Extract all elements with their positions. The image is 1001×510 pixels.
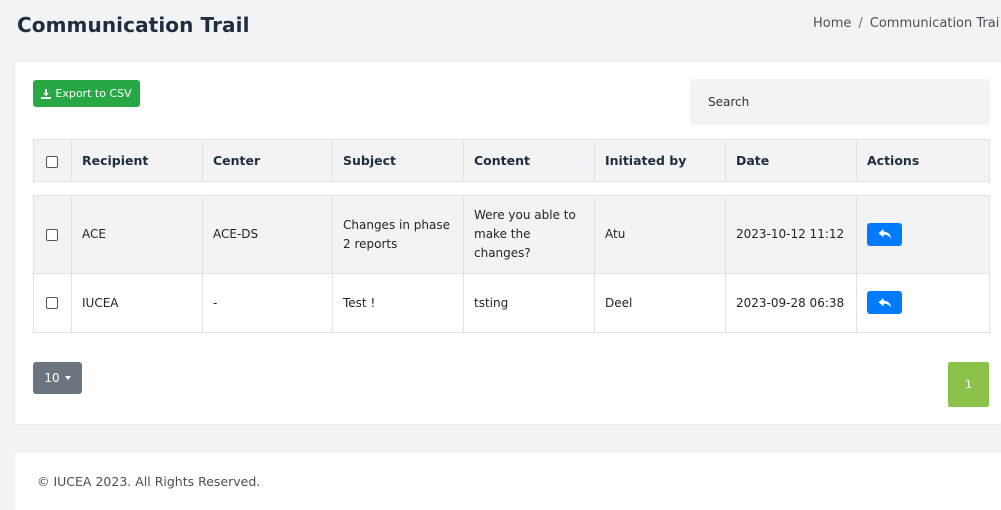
communication-table: Recipient Center Subject Content Initiat… — [33, 139, 990, 333]
row-checkbox[interactable] — [46, 297, 58, 309]
row-select-cell — [33, 273, 72, 333]
reply-icon — [878, 229, 891, 240]
breadcrumb-current: Communication Trai — [869, 16, 1000, 31]
column-header-content[interactable]: Content — [463, 139, 595, 182]
column-header-date[interactable]: Date — [725, 139, 857, 182]
cell-recipient: ACE — [71, 195, 203, 274]
cell-initiated-by: Atu — [594, 195, 726, 274]
column-header-actions: Actions — [856, 139, 990, 182]
breadcrumb-home-link[interactable]: Home — [813, 16, 851, 31]
row-checkbox[interactable] — [46, 228, 58, 241]
table-header-row: Recipient Center Subject Content Initiat… — [33, 139, 990, 182]
column-header-recipient[interactable]: Recipient — [71, 139, 203, 182]
cell-date: 2023-09-28 06:38 — [725, 273, 857, 333]
table-spacer — [33, 181, 990, 196]
copyright-text: © IUCEA 2023. All Rights Reserved. — [37, 474, 261, 489]
select-all-checkbox[interactable] — [46, 155, 58, 168]
export-csv-button[interactable]: Export to CSV — [33, 80, 140, 107]
cell-initiated-by: Deel — [594, 273, 726, 333]
table-row: IUCEA - Test ! tsting Deel 2023-09-28 06… — [33, 273, 990, 333]
communication-card: Export to CSV Recipient Ce — [15, 62, 1001, 424]
search-input[interactable] — [690, 79, 990, 125]
reply-button[interactable] — [867, 222, 902, 246]
cell-date: 2023-10-12 11:12 — [725, 195, 857, 274]
page-size-value: 10 — [44, 371, 60, 385]
page-header: Communication Trail Home / Communication T… — [0, 0, 1001, 52]
cell-content: Were you able to make the changes? — [463, 195, 595, 274]
cell-center: ACE-DS — [202, 195, 333, 274]
page-size-dropdown[interactable]: 10 — [33, 362, 82, 394]
column-header-center[interactable]: Center — [202, 139, 333, 182]
cell-content: tsting — [463, 273, 595, 333]
cell-subject: Test ! — [332, 273, 464, 333]
breadcrumb-separator: / — [858, 16, 863, 31]
caret-down-icon — [64, 376, 71, 380]
export-csv-label: Export to CSV — [55, 87, 132, 100]
breadcrumb: Home / Communication Trai — [813, 16, 999, 31]
footer: © IUCEA 2023. All Rights Reserved. — [15, 453, 1001, 510]
page-title: Communication Trail — [17, 13, 250, 37]
reply-button[interactable] — [867, 291, 902, 315]
page: Communication Trail Home / Communication T… — [0, 0, 1001, 510]
cell-actions — [856, 195, 990, 274]
cell-actions — [856, 273, 990, 333]
reply-icon — [878, 297, 891, 308]
pagination-page-button[interactable]: 1 — [948, 362, 989, 407]
cell-recipient: IUCEA — [71, 273, 203, 333]
select-all-cell — [33, 139, 72, 182]
download-icon — [41, 88, 52, 99]
cell-center: - — [202, 273, 333, 333]
table-row: ACE ACE-DS Changes in phase 2 reports We… — [33, 195, 990, 274]
column-header-subject[interactable]: Subject — [332, 139, 464, 182]
row-select-cell — [33, 195, 72, 274]
column-header-initiated-by[interactable]: Initiated by — [594, 139, 726, 182]
cell-subject: Changes in phase 2 reports — [332, 195, 464, 274]
